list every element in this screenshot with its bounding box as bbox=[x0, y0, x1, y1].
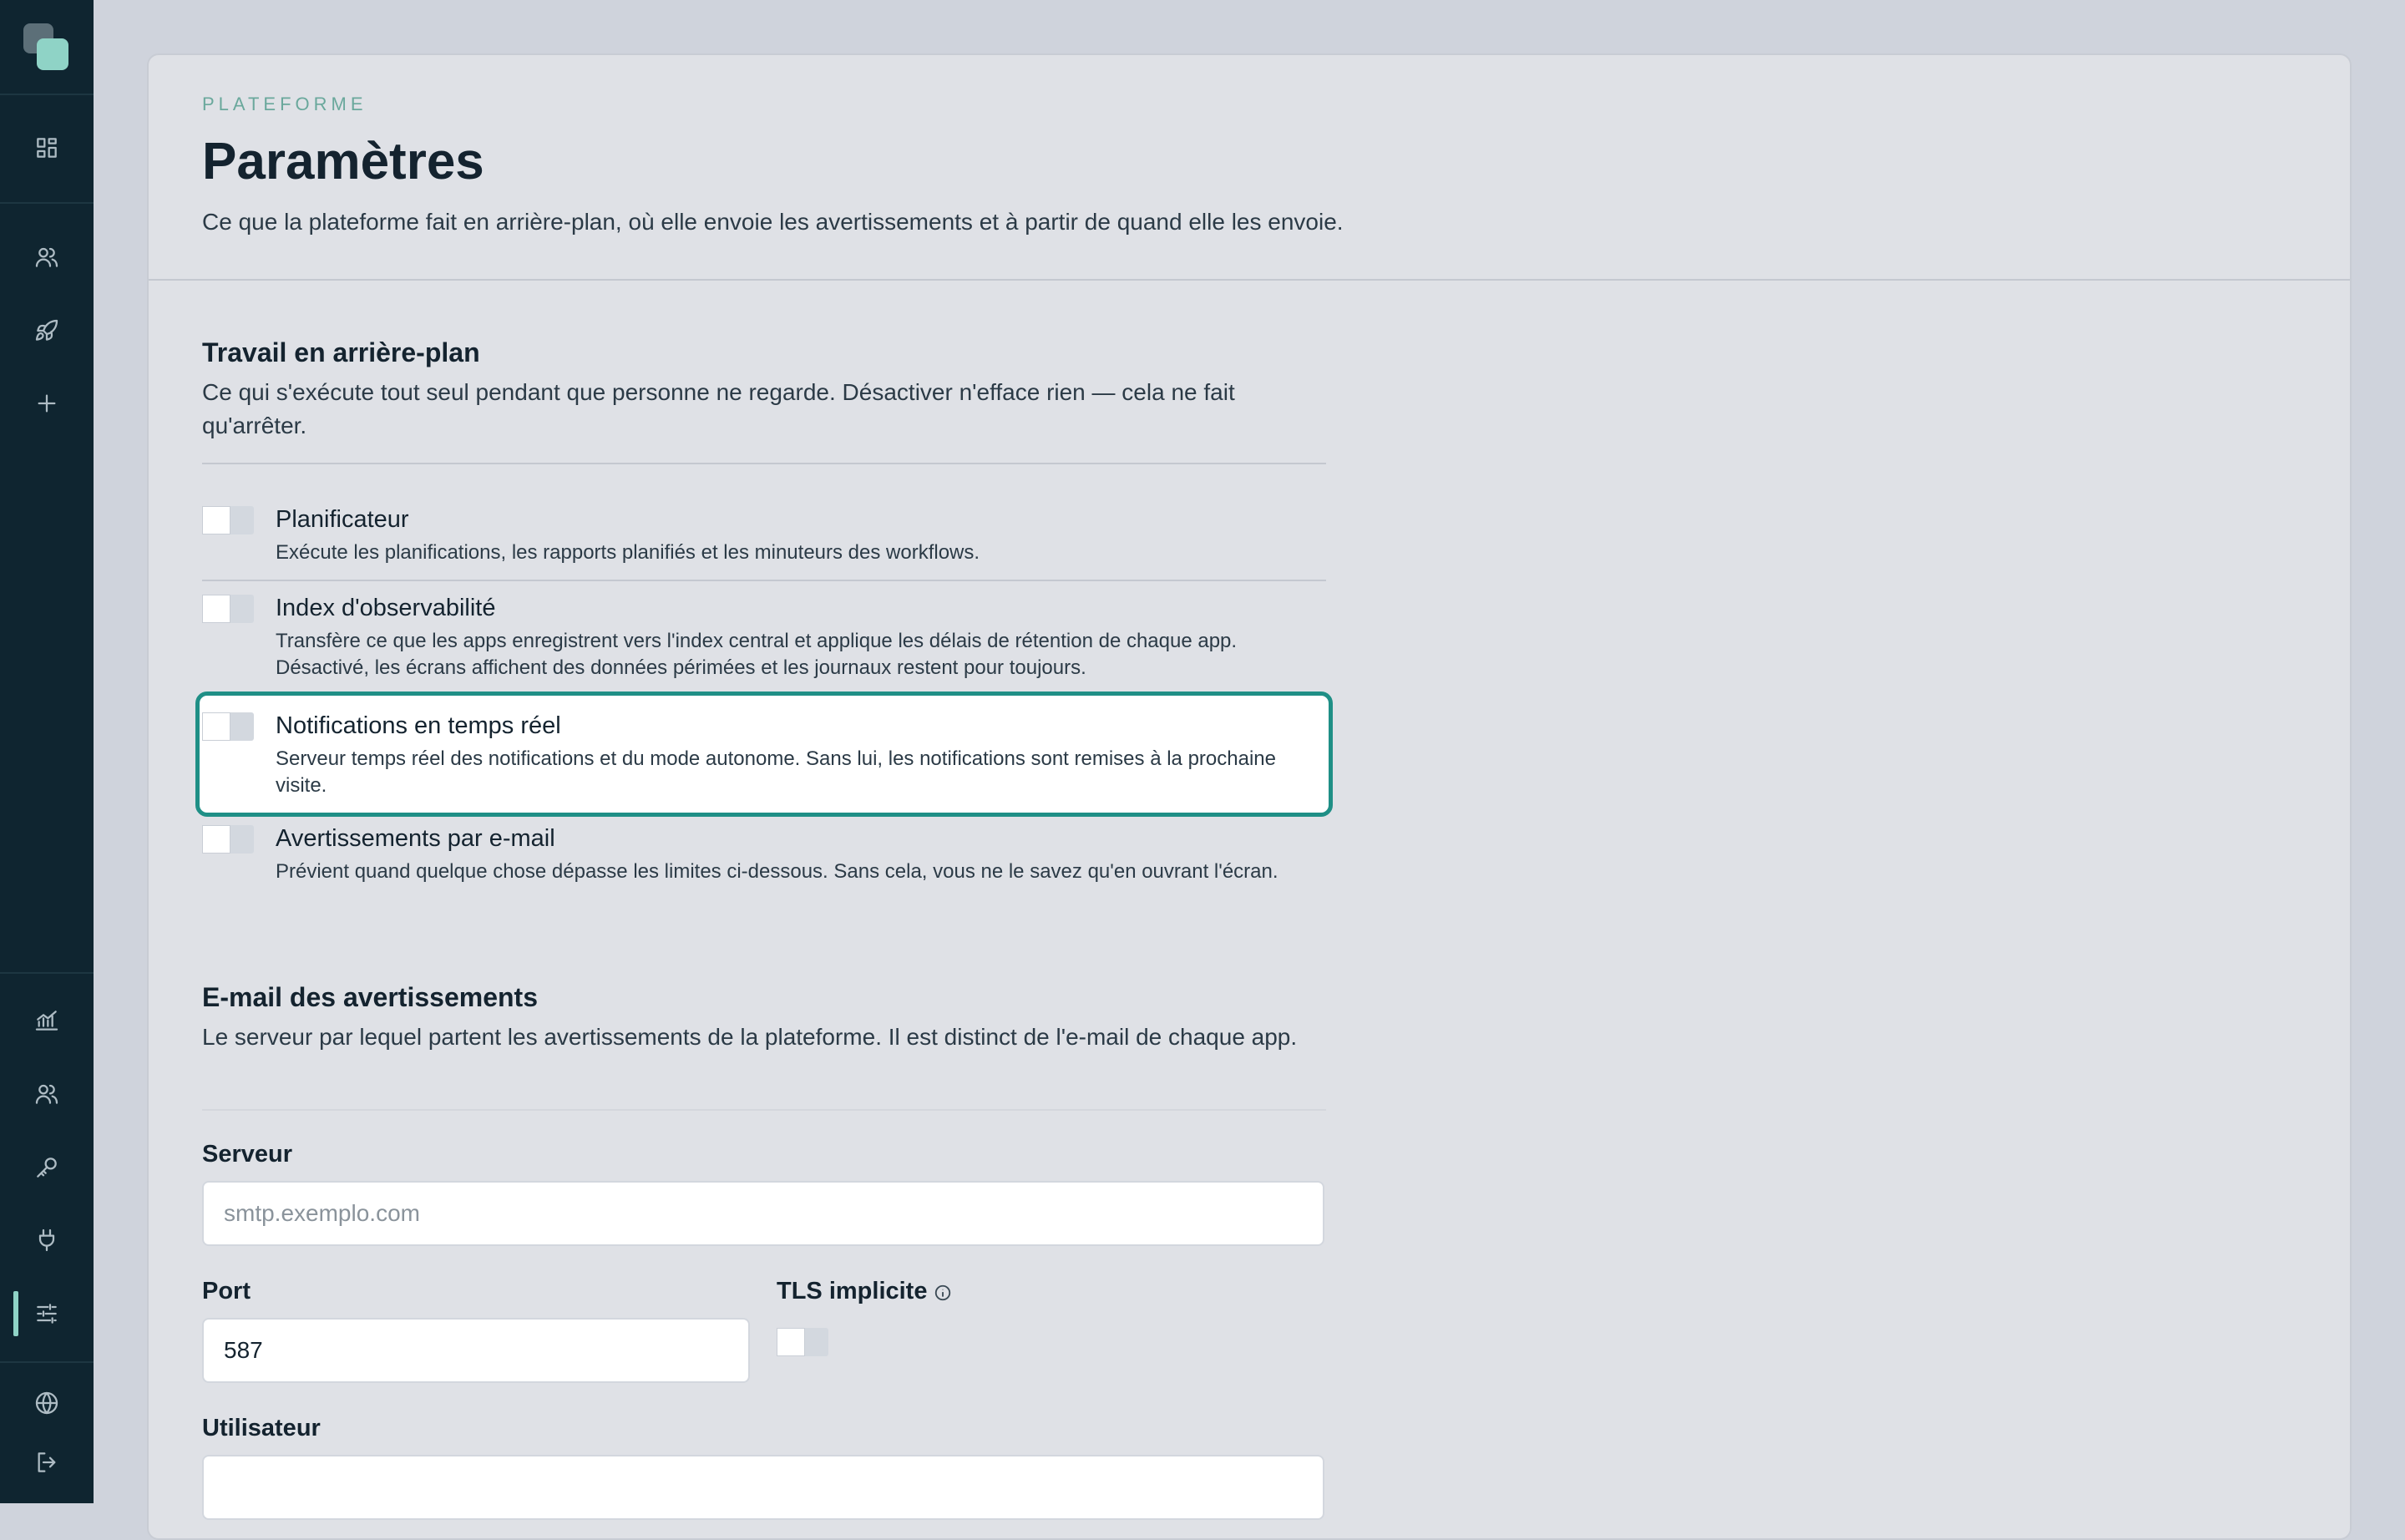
logout-icon[interactable] bbox=[27, 1442, 67, 1482]
toggle-label: Planificateur bbox=[276, 506, 409, 533]
active-nav-indicator bbox=[13, 1291, 18, 1336]
dashboard-icon[interactable] bbox=[27, 128, 67, 168]
toggle-knob bbox=[202, 712, 230, 741]
toggle-desc: Serveur temps réel des notifications et … bbox=[276, 747, 1276, 797]
section-desc-background: Ce qui s'exécute tout seul pendant que p… bbox=[202, 379, 1235, 438]
section-title-email: E-mail des avertissements bbox=[202, 982, 538, 1012]
team-icon[interactable] bbox=[27, 1074, 67, 1114]
toggle-knob bbox=[202, 595, 230, 623]
toggle-knob bbox=[777, 1328, 805, 1356]
section-desc-email: Le serveur par lequel partent les averti… bbox=[202, 1024, 1298, 1050]
info-icon[interactable] bbox=[934, 1284, 952, 1302]
globe-icon[interactable] bbox=[27, 1383, 67, 1423]
scheduler-toggle[interactable] bbox=[202, 506, 254, 534]
app-logo[interactable] bbox=[23, 23, 70, 70]
realtime-notifications-toggle[interactable] bbox=[202, 712, 254, 741]
sidebar-divider bbox=[0, 1361, 94, 1363]
sidebar-divider bbox=[0, 94, 94, 95]
section-title-background: Travail en arrière-plan bbox=[202, 337, 480, 367]
page-header: PLATEFORME Paramètres Ce que la platefor… bbox=[149, 55, 2350, 281]
users-icon[interactable] bbox=[27, 237, 67, 277]
sidebar bbox=[0, 0, 94, 1503]
logo-shape-front bbox=[37, 38, 68, 70]
toggle-label: Avertissements par e-mail bbox=[276, 825, 555, 852]
key-icon[interactable] bbox=[27, 1147, 67, 1188]
server-input[interactable] bbox=[202, 1181, 1324, 1246]
toggle-row-email-alerts: Avertissements par e-mail Prévient quand… bbox=[202, 825, 1326, 917]
toggle-row-scheduler: Planificateur Exécute les planifications… bbox=[202, 506, 1326, 590]
sidebar-divider bbox=[0, 202, 94, 204]
observability-toggle[interactable] bbox=[202, 595, 254, 623]
user-label: Utilisateur bbox=[202, 1415, 321, 1441]
email-alerts-toggle[interactable] bbox=[202, 825, 254, 854]
page-subtitle: Ce que la plateforme fait en arrière-pla… bbox=[202, 209, 1344, 235]
tls-label: TLS implicite bbox=[777, 1278, 928, 1304]
page-eyebrow: PLATEFORME bbox=[202, 94, 367, 114]
toggle-desc: Prévient quand quelque chose dépasse les… bbox=[276, 860, 1278, 883]
toggle-row-realtime-notifications[interactable]: Notifications en temps réel Serveur temp… bbox=[195, 691, 1333, 817]
toggle-label: Notifications en temps réel bbox=[276, 712, 561, 739]
sliders-icon[interactable] bbox=[27, 1294, 67, 1334]
toggle-desc: Exécute les planifications, les rapports… bbox=[276, 541, 980, 564]
toggle-knob bbox=[202, 825, 230, 854]
user-input[interactable] bbox=[202, 1455, 1324, 1520]
tls-toggle[interactable] bbox=[777, 1328, 828, 1356]
toggle-knob bbox=[202, 506, 230, 534]
section-divider bbox=[202, 1109, 1326, 1111]
page-title: Paramètres bbox=[202, 133, 484, 190]
server-label: Serveur bbox=[202, 1141, 293, 1168]
settings-panel: PLATEFORME Paramètres Ce que la platefor… bbox=[147, 53, 2352, 1540]
plus-icon[interactable] bbox=[27, 383, 67, 423]
port-input[interactable] bbox=[202, 1318, 750, 1383]
toggle-label: Index d'observabilité bbox=[276, 595, 496, 621]
rocket-icon[interactable] bbox=[27, 311, 67, 351]
row-divider bbox=[202, 580, 1326, 581]
section-divider bbox=[202, 463, 1326, 464]
plug-icon[interactable] bbox=[27, 1220, 67, 1260]
toggle-desc: Transfère ce que les apps enregistrent v… bbox=[276, 630, 1238, 679]
port-label: Port bbox=[202, 1278, 251, 1304]
sidebar-divider bbox=[0, 972, 94, 974]
chart-icon[interactable] bbox=[27, 1000, 67, 1041]
toggle-row-observability: Index d'observabilité Transfère ce que l… bbox=[202, 595, 1326, 695]
